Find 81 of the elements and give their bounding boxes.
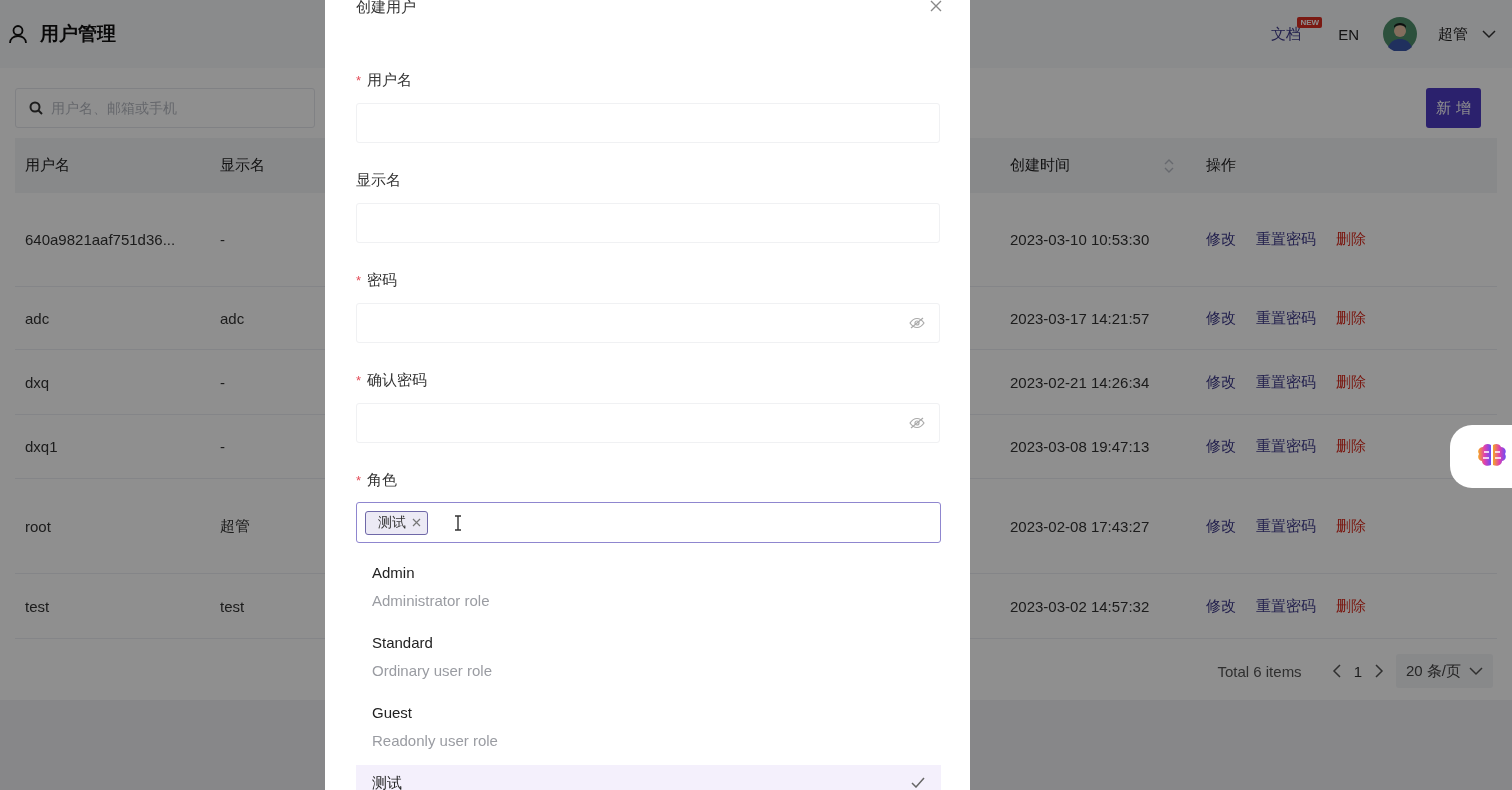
user-icon [8,24,28,44]
delete-link[interactable]: 删除 [1336,596,1366,616]
action-link[interactable]: 修改 [1206,308,1236,328]
role-option[interactable]: Guest Readonly user role [356,695,941,765]
table-cell: 2023-03-17 14:21:57 [1010,309,1150,327]
action-link[interactable]: 修改 [1206,372,1236,392]
action-link[interactable]: 重置密码 [1256,516,1316,536]
field-label: 用户名 [367,70,413,90]
new-badge: NEW [1297,16,1323,28]
table-cell: 2023-03-08 19:47:13 [1010,438,1150,455]
chevron-down-icon[interactable] [1482,29,1496,39]
action-link[interactable]: 重置密码 [1256,437,1316,456]
chevron-down-icon [1469,666,1483,676]
page-size-select[interactable]: 20 条/页 [1395,654,1493,688]
avatar-icon[interactable] [1383,17,1417,51]
delete-link[interactable]: 删除 [1336,372,1366,392]
column-header[interactable]: 创建时间 [1000,138,1196,193]
eye-off-icon[interactable] [909,417,925,429]
delete-link[interactable]: 删除 [1336,308,1366,328]
column-header: 操作 [1205,155,1237,175]
required-mark: * [356,472,362,488]
delete-link[interactable]: 删除 [1336,437,1366,456]
close-icon [930,0,942,12]
role-option[interactable]: Admin Administrator role [356,555,941,625]
remove-icon[interactable] [412,518,421,527]
page-number[interactable]: 1 [1353,662,1362,680]
modal-title: 创建用户 [356,0,416,16]
table-cell: test [25,597,50,615]
chevron-right-icon[interactable] [1373,664,1384,678]
required-mark: * [356,72,362,88]
table-cell: - [220,231,225,248]
table-cell: dxq [25,373,50,391]
role-option[interactable]: 测试 [356,765,941,790]
table-cell: adc [220,309,245,327]
add-button[interactable]: 新 增 [1426,88,1481,128]
table-cell: - [220,373,225,391]
action-link[interactable]: 重置密码 [1256,230,1316,249]
table-cell: 2023-03-02 14:57:32 [1010,597,1150,615]
action-link[interactable]: 重置密码 [1256,596,1316,616]
total-count: Total 6 items [1217,662,1302,680]
role-tag: 测试 [365,510,428,535]
required-mark: * [356,372,362,388]
text-cursor-icon [454,514,462,531]
field-label: 角色 [367,470,398,490]
language-link[interactable]: EN [1338,25,1359,43]
table-cell: - [220,438,225,455]
close-button[interactable] [930,0,942,12]
role-option[interactable]: Standard Ordinary user role [356,625,941,695]
password-field[interactable] [356,403,940,443]
password-field[interactable] [356,303,940,343]
action-link[interactable]: 修改 [1206,596,1236,616]
delete-link[interactable]: 删除 [1336,230,1366,249]
table-cell: 2023-03-10 10:53:30 [1010,231,1150,248]
check-icon [911,777,925,788]
action-link[interactable]: 重置密码 [1256,372,1316,392]
table-cell: 超管 [220,516,250,536]
table-cell: 640a9821aaf751d36... [25,231,176,248]
action-link[interactable]: 重置密码 [1256,308,1316,328]
field-label: 密码 [367,270,398,290]
action-link[interactable]: 修改 [1206,230,1236,249]
search-icon [29,101,43,115]
delete-link[interactable]: 删除 [1336,516,1366,536]
role-select[interactable]: 测试 [356,502,941,543]
table-cell: dxq1 [25,438,58,455]
page-title: 用户管理 [40,22,116,46]
action-link[interactable]: 修改 [1206,516,1236,536]
table-cell: 2023-02-08 17:43:27 [1010,517,1150,535]
field-label: 显示名 [356,170,401,190]
assistant-button[interactable] [1450,425,1512,488]
column-header: 显示名 [219,155,266,175]
table-cell: root [25,517,51,535]
table-cell: adc [25,309,50,327]
user-name[interactable]: 超管 [1438,24,1468,44]
action-link[interactable]: 修改 [1206,437,1236,456]
chevron-left-icon[interactable] [1331,664,1342,678]
column-header: 用户名 [24,155,71,175]
table-cell: 2023-02-21 14:26:34 [1010,373,1150,391]
field-label: 确认密码 [367,370,428,390]
required-mark: * [356,272,362,288]
table-cell: test [220,597,245,615]
eye-off-icon[interactable] [909,317,925,329]
